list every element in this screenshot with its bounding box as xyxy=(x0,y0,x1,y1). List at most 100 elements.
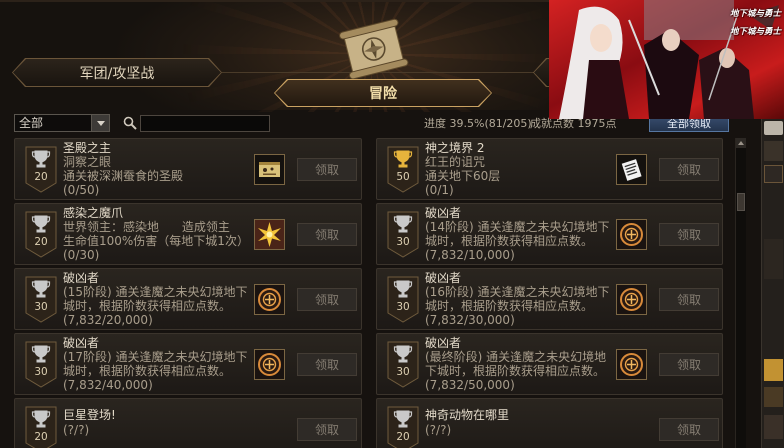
achievement-description: (16阶段) 通关逢魔之未央幻境地下 xyxy=(425,285,610,299)
achievement-card: 20 巨星登场! (?/?) 领取 xyxy=(14,398,362,448)
achievement-title: 神之境界 2 xyxy=(425,141,485,155)
achievement-description: 城时，根据阶数获得相应点数。 xyxy=(425,299,594,313)
trophy-badge: 30 xyxy=(387,276,419,323)
achievement-window: 军团/攻坚战 冒险 地下城与勇士 地下城与勇士 全部 进度 39.5%(81/2… xyxy=(0,0,784,448)
category-dropdown[interactable]: 全部 xyxy=(14,114,110,132)
achievement-card: 20 感染之魔爪 世界领主：感染地 造成领主 生命值100%伤害（每地下城1次）… xyxy=(14,203,362,265)
category-dropdown-value: 全部 xyxy=(19,116,44,130)
side-panel-block xyxy=(764,239,783,279)
side-panel-block xyxy=(764,141,783,161)
tab-legion[interactable]: 军团/攻坚战 xyxy=(12,58,222,87)
emblem-icon[interactable] xyxy=(254,284,285,315)
search-icon[interactable] xyxy=(123,116,137,130)
achievement-card: 20 圣殿之主 洞察之眼 通关被深渊蚕食的圣殿 (0/50) 领取 xyxy=(14,138,362,200)
achievement-description: (15阶段) 通关逢魔之未央幻境地下 xyxy=(63,285,248,299)
achievement-card: 30 破凶者 (14阶段) 通关逢魔之未央幻境地下 城时，根据阶数获得相应点数。… xyxy=(376,203,723,265)
achievement-card: 30 破凶者 (16阶段) 通关逢魔之未央幻境地下 城时，根据阶数获得相应点数。… xyxy=(376,268,723,330)
claim-button[interactable]: 领取 xyxy=(659,158,719,181)
achievement-description: (14阶段) 通关逢魔之未央幻境地下 xyxy=(425,220,610,234)
side-panel-block xyxy=(764,387,783,407)
emblem-icon[interactable] xyxy=(616,219,647,250)
game-logo: 地下城与勇士 xyxy=(729,9,781,19)
achievement-points: 30 xyxy=(34,366,47,378)
achievement-points: 50 xyxy=(396,171,409,183)
scroll-thumb[interactable] xyxy=(737,193,745,211)
claim-button[interactable]: 领取 xyxy=(659,288,719,311)
progress-summary: 进度 39.5%(81/205) xyxy=(424,117,532,130)
achievement-card: 30 破凶者 (17阶段) 通关逢魔之未央幻境地下 城时，根据阶数获得相应点数。… xyxy=(14,333,362,395)
trophy-badge: 30 xyxy=(25,276,57,323)
scroll-emblem-icon xyxy=(339,18,409,80)
achievement-points: 30 xyxy=(396,301,409,313)
side-panel-block xyxy=(764,165,783,183)
achievement-description: 下城时，根据阶数获得相应点数。 xyxy=(425,364,606,378)
achievement-title: 破凶者 xyxy=(425,336,462,350)
achievement-description: 城时，根据阶数获得相应点数。 xyxy=(425,234,594,248)
achievement-points: 30 xyxy=(34,301,47,313)
achievement-progress: (7,832/10,000) xyxy=(425,248,515,262)
achievement-title: 神奇动物在哪里 xyxy=(425,408,510,422)
achievement-progress: (7,832/40,000) xyxy=(63,378,153,392)
achievement-progress: (0/1) xyxy=(425,183,454,197)
achievement-description: 洞察之眼 xyxy=(63,155,112,169)
list-scrollbar[interactable] xyxy=(735,138,746,448)
claim-button[interactable]: 领取 xyxy=(297,223,357,246)
achievement-title: 破凶者 xyxy=(63,271,100,285)
achievement-points: 20 xyxy=(34,236,47,248)
side-panel-icon xyxy=(764,359,783,381)
achievement-progress: (0/30) xyxy=(63,248,100,262)
scroll-up-icon[interactable] xyxy=(736,138,746,148)
adjacent-window-edge xyxy=(761,119,784,448)
scroll-map-icon[interactable] xyxy=(254,154,285,185)
achievement-points-total: 成就点数 1975点 xyxy=(530,117,617,130)
achievement-card: 30 破凶者 (最终阶段) 通关逢魔之未央幻境地 下城时，根据阶数获得相应点数。… xyxy=(376,333,723,395)
trophy-badge: 20 xyxy=(25,146,57,193)
achievement-description: (17阶段) 通关逢魔之未央幻境地下 xyxy=(63,350,248,364)
achievement-description: 通关地下60层 xyxy=(425,169,501,183)
trophy-badge: 20 xyxy=(387,406,419,448)
search-input[interactable] xyxy=(140,115,270,132)
emblem-icon[interactable] xyxy=(616,349,647,380)
achievement-progress: (7,832/20,000) xyxy=(63,313,153,327)
paper-note-icon[interactable] xyxy=(616,154,647,185)
claim-button[interactable]: 领取 xyxy=(297,353,357,376)
achievement-card: 50 神之境界 2 红王的诅咒 通关地下60层 (0/1) 领取 xyxy=(376,138,723,200)
achievement-description: 生命值100%伤害（每地下城1次） xyxy=(63,234,249,248)
claim-button[interactable]: 领取 xyxy=(659,223,719,246)
achievement-title: 破凶者 xyxy=(425,271,462,285)
achievement-points: 30 xyxy=(396,236,409,248)
achievement-points: 20 xyxy=(34,431,47,443)
claim-button[interactable]: 领取 xyxy=(297,288,357,311)
trophy-badge: 20 xyxy=(25,406,57,448)
achievement-description: 通关被深渊蚕食的圣殿 xyxy=(63,169,184,183)
achievement-description: 城时，根据阶数获得相应点数。 xyxy=(63,299,232,313)
achievement-title: 感染之魔爪 xyxy=(63,206,124,220)
trophy-badge: 30 xyxy=(25,341,57,388)
side-panel-block xyxy=(764,415,783,439)
achievement-description: 红王的诅咒 xyxy=(425,155,486,169)
achievement-card: 20 神奇动物在哪里 (?/?) 领取 xyxy=(376,398,723,448)
achievement-description: 世界领主：感染地 造成领主 xyxy=(63,220,230,234)
claim-button[interactable]: 领取 xyxy=(297,158,357,181)
achievement-list: 20 圣殿之主 洞察之眼 通关被深渊蚕食的圣殿 (0/50) 领取 50 神之境… xyxy=(14,138,723,448)
emblem-icon[interactable] xyxy=(616,284,647,315)
achievement-progress: (?/?) xyxy=(425,423,452,437)
starburst-icon[interactable] xyxy=(254,219,285,250)
achievement-title: 圣殿之主 xyxy=(63,141,112,155)
game-logo: 地下城与勇士 xyxy=(729,27,781,37)
tab-legion-label: 军团/攻坚战 xyxy=(13,59,221,86)
achievement-description: 城时，根据阶数获得相应点数。 xyxy=(63,364,232,378)
achievement-description: (最终阶段) 通关逢魔之未央幻境地 xyxy=(425,350,607,364)
claim-button[interactable]: 领取 xyxy=(659,418,719,441)
tab-adventure-label: 冒险 xyxy=(275,80,491,106)
tab-adventure[interactable]: 冒险 xyxy=(274,79,492,107)
emblem-icon[interactable] xyxy=(254,349,285,380)
claim-button[interactable]: 领取 xyxy=(659,353,719,376)
chevron-down-icon[interactable] xyxy=(91,115,109,131)
claim-button[interactable]: 领取 xyxy=(297,418,357,441)
achievement-points: 20 xyxy=(396,431,409,443)
trophy-badge: 50 xyxy=(387,146,419,193)
trophy-badge: 30 xyxy=(387,211,419,258)
achievement-title: 破凶者 xyxy=(425,206,462,220)
promo-banner[interactable]: 地下城与勇士 地下城与勇士 xyxy=(549,0,784,119)
